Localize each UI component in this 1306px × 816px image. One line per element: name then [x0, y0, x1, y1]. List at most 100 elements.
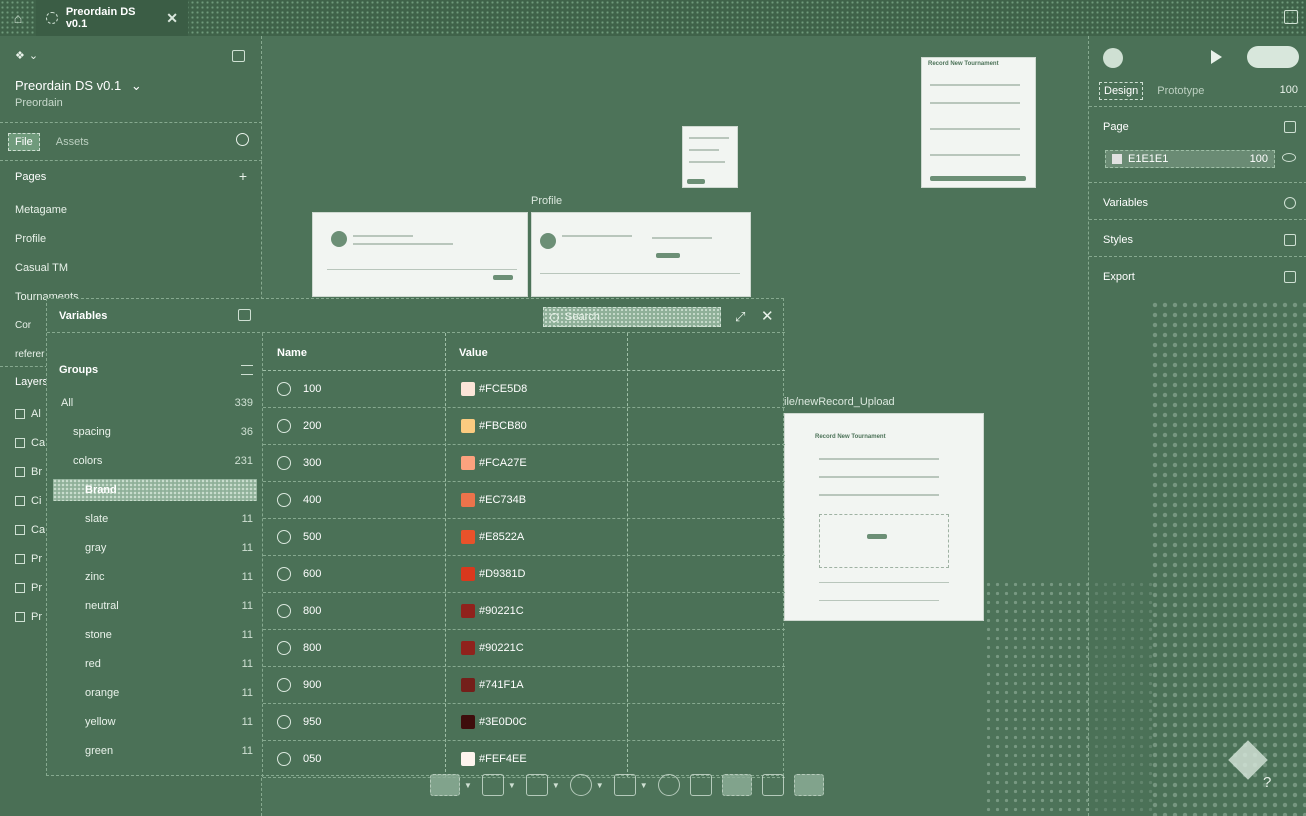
- tab-assets[interactable]: Assets: [50, 134, 95, 150]
- variable-value[interactable]: #90221C: [479, 642, 524, 654]
- variable-name[interactable]: 500: [303, 531, 321, 543]
- add-export-icon[interactable]: [1284, 271, 1296, 283]
- frame-label-profile[interactable]: Profile: [531, 195, 562, 207]
- group-item[interactable]: green 11: [53, 740, 257, 762]
- file-name[interactable]: Preordain DS v0.1 ⌄: [15, 78, 142, 94]
- page-item[interactable]: referer: [15, 349, 44, 360]
- add-page-icon[interactable]: +: [239, 168, 247, 184]
- variable-name[interactable]: 400: [303, 494, 321, 506]
- group-item[interactable]: All 339: [53, 392, 257, 414]
- variable-value[interactable]: #FCE5D8: [479, 383, 527, 395]
- variable-name[interactable]: 600: [303, 568, 321, 580]
- variable-name[interactable]: 100: [303, 383, 321, 395]
- variable-name[interactable]: 300: [303, 457, 321, 469]
- page-item[interactable]: Casual TM: [15, 262, 68, 274]
- zoom-level[interactable]: 100: [1280, 84, 1298, 96]
- variable-value[interactable]: #3E0D0C: [479, 716, 527, 728]
- figma-logo-menu[interactable]: ❖ ⌄: [15, 48, 41, 62]
- home-icon[interactable]: ⌂: [0, 0, 36, 36]
- table-row[interactable]: 500 #E8522A: [263, 519, 785, 556]
- window-icon[interactable]: [1284, 10, 1298, 24]
- variables-icon[interactable]: [1284, 197, 1296, 209]
- group-item[interactable]: yellow 11: [53, 711, 257, 733]
- sidebar-toggle-icon[interactable]: [232, 50, 245, 62]
- text-tool-icon[interactable]: [613, 774, 636, 796]
- variable-name[interactable]: 050: [303, 753, 321, 765]
- group-options-icon[interactable]: [241, 365, 253, 375]
- group-item[interactable]: gray 11: [53, 537, 257, 559]
- group-item[interactable]: stone 11: [53, 624, 257, 646]
- table-row[interactable]: 800 #90221C: [263, 593, 785, 630]
- table-row[interactable]: 400 #EC734B: [263, 482, 785, 519]
- styles-icon[interactable]: [1284, 234, 1296, 246]
- help-icon[interactable]: ?: [1263, 774, 1271, 791]
- page-item[interactable]: Metagame: [15, 204, 67, 216]
- table-row[interactable]: 100 #FCE5D8: [263, 371, 785, 408]
- variable-value[interactable]: #D9381D: [479, 568, 525, 580]
- code-icon[interactable]: [761, 774, 784, 796]
- small-frame[interactable]: [682, 126, 738, 188]
- variable-name[interactable]: 800: [303, 605, 321, 617]
- variable-value[interactable]: #E8522A: [479, 531, 524, 543]
- tab-file[interactable]: File: [8, 133, 40, 151]
- sidebar-toggle-icon[interactable]: [238, 309, 251, 321]
- share-button[interactable]: [1247, 46, 1299, 68]
- table-row[interactable]: 300 #FCA27E: [263, 445, 785, 482]
- present-icon[interactable]: [1211, 50, 1222, 64]
- page-settings-icon[interactable]: [1284, 121, 1296, 133]
- profile-frame-2[interactable]: [531, 212, 751, 297]
- variable-value[interactable]: #FEF4EE: [479, 753, 527, 765]
- group-item[interactable]: red 11: [53, 653, 257, 675]
- page-item[interactable]: Profile: [15, 233, 46, 245]
- table-row[interactable]: 900 #741F1A: [263, 667, 785, 704]
- shape-tool-icon[interactable]: [525, 774, 548, 796]
- tab-design[interactable]: Design: [1099, 82, 1144, 100]
- expand-icon[interactable]: ⤢: [735, 309, 745, 325]
- chevron-down-icon[interactable]: ▼: [508, 781, 516, 790]
- variable-name[interactable]: 950: [303, 716, 321, 728]
- table-row[interactable]: 950 #3E0D0C: [263, 704, 785, 741]
- variables-search-input[interactable]: Search: [543, 307, 721, 327]
- variable-name[interactable]: 200: [303, 420, 321, 432]
- layer-item[interactable]: Al: [15, 408, 45, 420]
- page-color-hex[interactable]: E1E1E1: [1128, 153, 1244, 165]
- close-tab-icon[interactable]: ✕: [166, 10, 178, 27]
- tournament-frame-top[interactable]: Record New Tournament: [921, 57, 1036, 188]
- group-item[interactable]: Brand: [53, 479, 257, 501]
- chevron-down-icon[interactable]: ▼: [596, 781, 604, 790]
- variable-value[interactable]: #FCA27E: [479, 457, 527, 469]
- page-color-opacity[interactable]: 100: [1250, 153, 1268, 165]
- layer-item[interactable]: Pr: [15, 553, 45, 565]
- variable-value[interactable]: #741F1A: [479, 679, 524, 691]
- comment-tool-icon[interactable]: [657, 774, 680, 796]
- dev-mode-toggle-icon[interactable]: [721, 774, 752, 796]
- chevron-down-icon[interactable]: ▼: [552, 781, 560, 790]
- layer-item[interactable]: Ci: [15, 495, 45, 507]
- page-color-field[interactable]: E1E1E1 100: [1105, 150, 1275, 168]
- variable-name[interactable]: 900: [303, 679, 321, 691]
- profile-frame-1[interactable]: [312, 212, 528, 297]
- group-item[interactable]: zinc 11: [53, 566, 257, 588]
- layer-item[interactable]: Pr: [15, 582, 45, 594]
- move-tool-icon[interactable]: [430, 774, 460, 796]
- group-item[interactable]: spacing 36: [53, 421, 257, 443]
- chevron-down-icon[interactable]: ▼: [464, 781, 472, 790]
- variable-value[interactable]: #EC734B: [479, 494, 526, 506]
- user-avatar[interactable]: [1103, 48, 1123, 68]
- pen-tool-icon[interactable]: [569, 774, 592, 796]
- table-row[interactable]: 800 #90221C: [263, 630, 785, 667]
- group-item[interactable]: orange 11: [53, 682, 257, 704]
- layer-item[interactable]: Br: [15, 466, 45, 478]
- record-upload-frame[interactable]: Record New Tournament: [784, 413, 984, 621]
- layer-item[interactable]: Ca: [15, 524, 45, 536]
- tab-prototype[interactable]: Prototype: [1157, 85, 1204, 97]
- group-item[interactable]: slate 11: [53, 508, 257, 530]
- group-item[interactable]: neutral 11: [53, 595, 257, 617]
- variable-value[interactable]: #90221C: [479, 605, 524, 617]
- group-item[interactable]: colors 231: [53, 450, 257, 472]
- chevron-down-icon[interactable]: ▼: [640, 781, 648, 790]
- layer-item[interactable]: Pr: [15, 611, 45, 623]
- page-item[interactable]: Cor: [15, 320, 31, 331]
- variable-value[interactable]: #FBCB80: [479, 420, 527, 432]
- ui3-toggle-icon[interactable]: [793, 774, 824, 796]
